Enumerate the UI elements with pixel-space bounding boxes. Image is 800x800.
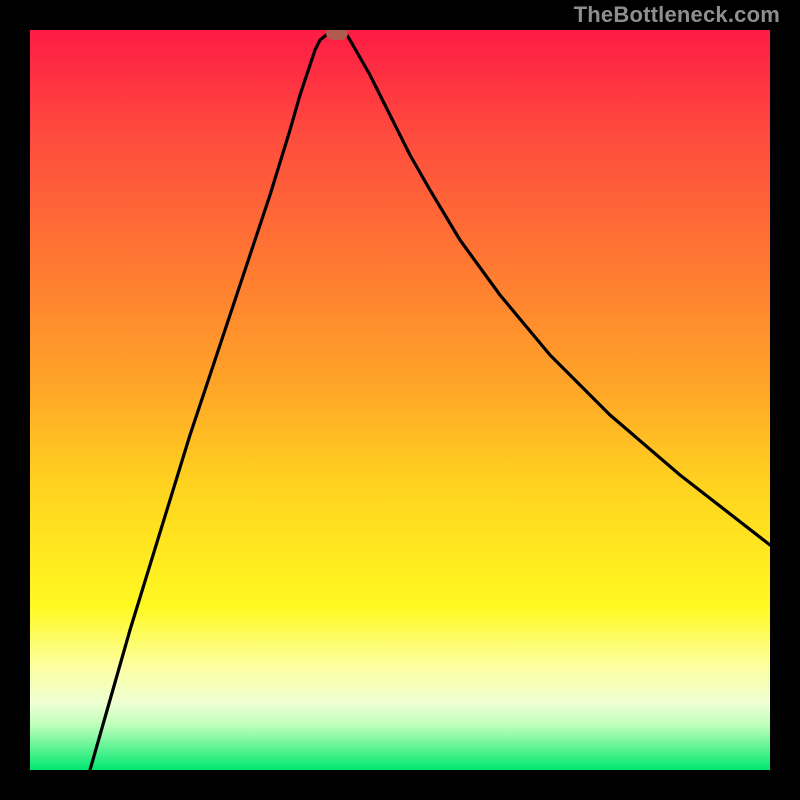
optimal-marker: [326, 30, 348, 40]
bottleneck-curve: [30, 30, 770, 770]
chart-frame: TheBottleneck.com: [0, 0, 800, 800]
watermark-text: TheBottleneck.com: [574, 2, 780, 28]
plot-area: [30, 30, 770, 770]
